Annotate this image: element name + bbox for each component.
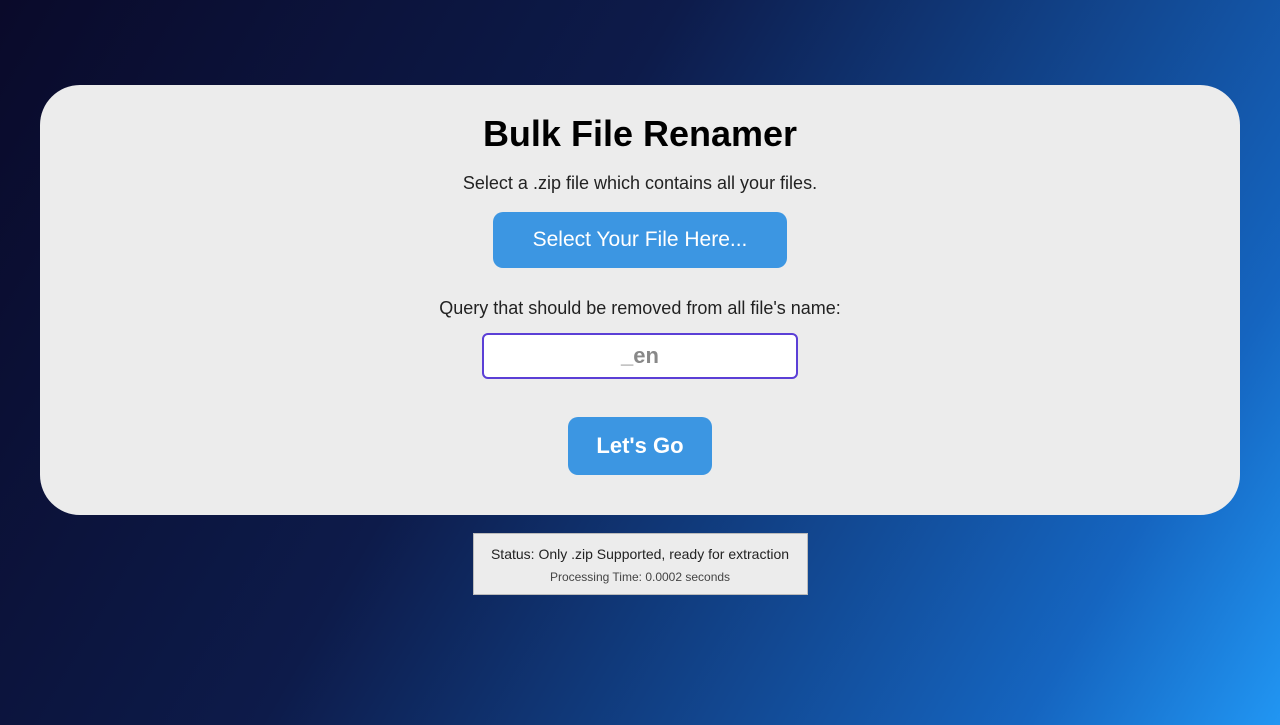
timing-label: Processing Time bbox=[550, 570, 639, 584]
page-title: Bulk File Renamer bbox=[80, 113, 1200, 155]
status-label: Status bbox=[491, 546, 531, 562]
main-card: Bulk File Renamer Select a .zip file whi… bbox=[40, 85, 1240, 515]
status-value: Only .zip Supported, ready for extractio… bbox=[538, 546, 789, 562]
status-line: Status: Only .zip Supported, ready for e… bbox=[484, 546, 797, 562]
select-file-button[interactable]: Select Your File Here... bbox=[493, 212, 788, 268]
query-input[interactable] bbox=[482, 333, 798, 379]
timing-line: Processing Time: 0.0002 seconds bbox=[484, 570, 797, 584]
go-button[interactable]: Let's Go bbox=[568, 417, 711, 475]
query-label: Query that should be removed from all fi… bbox=[80, 298, 1200, 319]
timing-value: 0.0002 seconds bbox=[645, 570, 730, 584]
status-box: Status: Only .zip Supported, ready for e… bbox=[473, 533, 808, 595]
subtitle-text: Select a .zip file which contains all yo… bbox=[80, 173, 1200, 194]
